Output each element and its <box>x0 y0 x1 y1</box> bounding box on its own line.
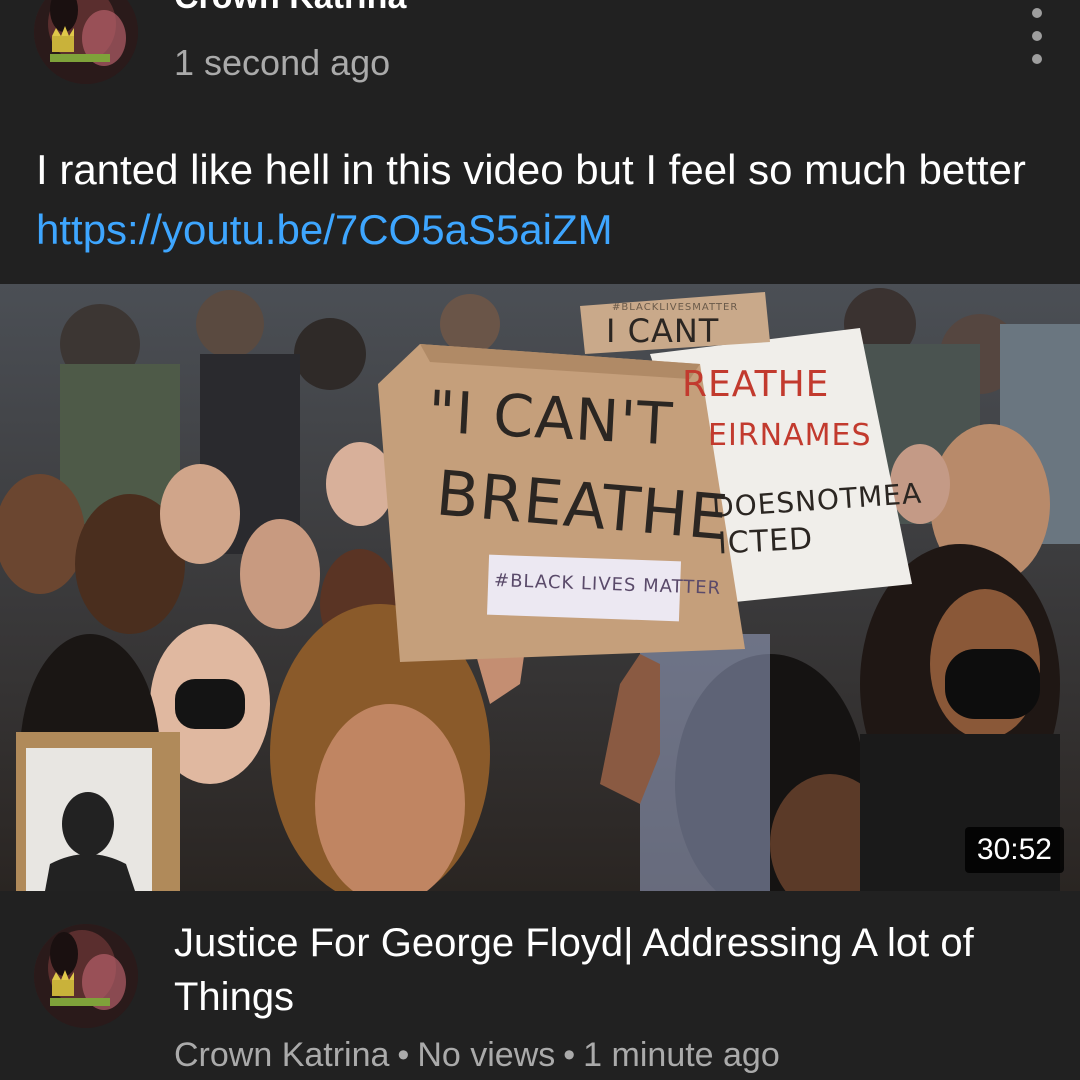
post-body: I ranted like hell in this video but I f… <box>36 140 1046 260</box>
community-post-page: Crown Katrina 1 second ago I ranted like… <box>0 0 1080 1080</box>
video-title[interactable]: Justice For George Floyd| Addressing A l… <box>174 916 1064 1024</box>
back-sign-line2: EIRNAMES <box>708 418 872 453</box>
back-sign-line4: ICTED <box>717 521 815 562</box>
video-metadata: Crown Katrina • No views • 1 minute ago <box>174 1036 780 1075</box>
video-age: 1 minute ago <box>583 1036 780 1074</box>
meta-separator: • <box>397 1036 410 1074</box>
back-sign-top: I CANT <box>606 312 720 350</box>
video-views: No views <box>417 1036 556 1074</box>
channel-name[interactable]: Crown Katrina <box>174 0 406 17</box>
video-channel-name[interactable]: Crown Katrina <box>174 1036 389 1074</box>
more-vert-icon[interactable] <box>1022 8 1052 64</box>
back-sign-line1: REATHE <box>682 364 830 405</box>
menu-dot <box>1032 54 1042 64</box>
menu-dot <box>1032 31 1042 41</box>
post-text: I ranted like hell in this video but I f… <box>36 146 1026 193</box>
video-link[interactable]: https://youtu.be/7CO5aS5aiZM <box>36 206 613 253</box>
menu-dot <box>1032 8 1042 18</box>
channel-avatar[interactable] <box>34 0 138 84</box>
duration-badge: 30:52 <box>964 827 1064 873</box>
main-sign-line1: "I CAN'T <box>426 377 675 459</box>
video-channel-avatar[interactable] <box>34 924 138 1028</box>
meta-separator: • <box>563 1036 576 1074</box>
video-thumbnail[interactable]: "I CAN'T BREATHE #BLACK LIVES MATTER #BL… <box>0 284 1080 891</box>
post-timestamp: 1 second ago <box>174 42 391 83</box>
